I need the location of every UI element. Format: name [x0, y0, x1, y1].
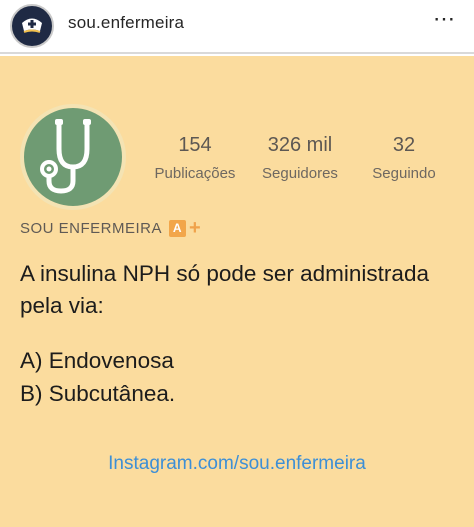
followers-label: Seguidores — [262, 165, 338, 182]
stat-following: 32 Seguindo — [355, 134, 453, 182]
post-header: sou.enfermeira ⋯ — [0, 0, 474, 54]
stat-posts: 154 Publicações — [143, 134, 247, 182]
posts-label: Publicações — [154, 165, 236, 182]
option-b: B) Subcutânea. — [20, 381, 176, 406]
stat-followers: 326 mil Seguidores — [250, 134, 350, 182]
more-options-icon[interactable]: ⋯ — [433, 6, 456, 32]
nurse-cap-icon — [22, 18, 42, 33]
posts-count: 154 — [178, 134, 212, 156]
option-a: A) Endovenosa — [20, 348, 174, 373]
brand-name: SOU ENFERMEIRA A + — [20, 217, 202, 239]
profile-avatar — [20, 104, 126, 210]
account-avatar[interactable] — [10, 4, 54, 48]
following-label: Seguindo — [372, 165, 436, 182]
followers-count: 326 mil — [267, 134, 333, 156]
account-username[interactable]: sou.enfermeira — [68, 13, 184, 33]
plus-icon: + — [189, 217, 202, 239]
brand-text: SOU ENFERMEIRA — [20, 220, 163, 237]
profile-link: Instagram.com/sou.enfermeira — [108, 453, 366, 474]
stethoscope-icon — [40, 119, 91, 194]
brand-badge-icon: A — [169, 220, 187, 237]
following-count: 32 — [392, 134, 416, 156]
question-text: A insulina NPH só pode ser administrada … — [20, 261, 429, 318]
